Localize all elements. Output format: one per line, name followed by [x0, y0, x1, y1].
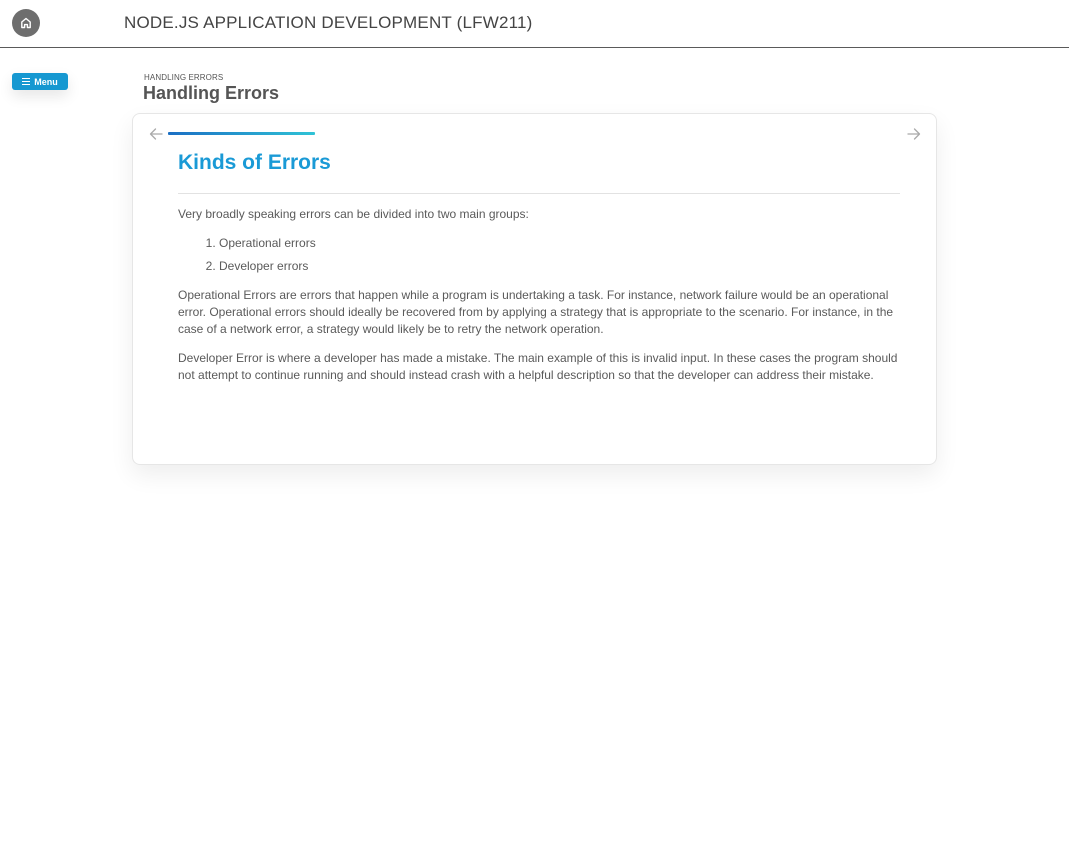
next-page-button[interactable]	[906, 126, 922, 142]
arrow-left-icon	[149, 128, 163, 140]
operational-errors-paragraph: Operational Errors are errors that happe…	[178, 288, 894, 336]
intro-paragraph: Very broadly speaking errors can be divi…	[178, 207, 529, 221]
developer-errors-paragraph: Developer Error is where a developer has…	[178, 351, 898, 382]
hamburger-icon	[22, 78, 31, 85]
content-card: Kinds of Errors Very broadly speaking er…	[132, 113, 937, 465]
home-icon	[21, 17, 31, 29]
lesson-content: Very broadly speaking errors can be divi…	[178, 206, 902, 396]
menu-button[interactable]: Menu	[12, 73, 68, 90]
home-button[interactable]	[12, 9, 40, 37]
breadcrumb: HANDLING ERRORS	[144, 73, 224, 82]
menu-label: Menu	[34, 76, 58, 87]
divider	[178, 193, 900, 194]
top-bar: NODE.JS APPLICATION DEVELOPMENT (LFW211)	[0, 0, 1069, 48]
section-title: Kinds of Errors	[178, 151, 331, 174]
previous-page-button[interactable]	[148, 126, 164, 142]
arrow-right-icon	[907, 128, 921, 140]
page-title: Handling Errors	[143, 83, 280, 103]
list-item: Developer errors	[219, 258, 902, 275]
list-item: Operational errors	[219, 235, 902, 252]
progress-bar	[168, 132, 315, 135]
error-groups-list: Operational errors Developer errors	[178, 235, 902, 275]
course-title: NODE.JS APPLICATION DEVELOPMENT (LFW211)	[124, 13, 533, 32]
